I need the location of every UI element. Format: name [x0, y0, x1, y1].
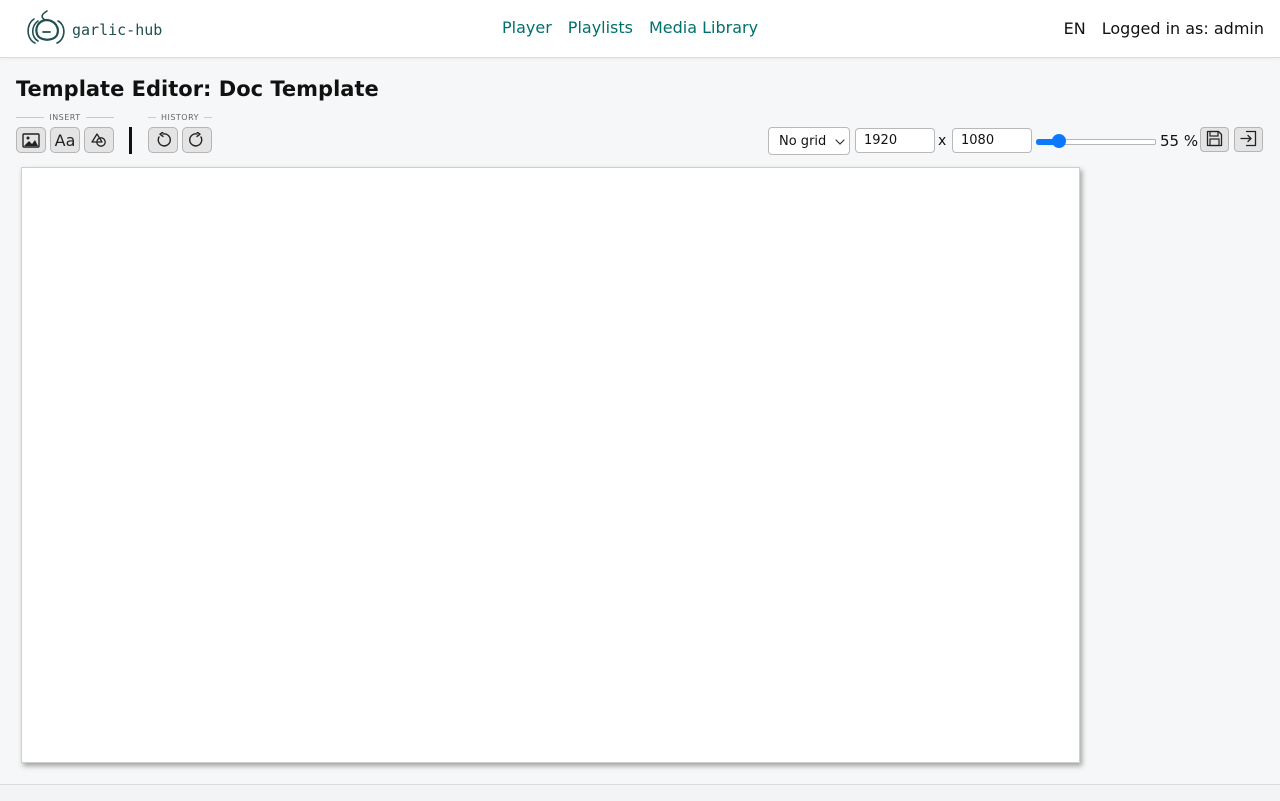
- image-icon: [22, 132, 40, 148]
- save-icon: [1206, 130, 1223, 150]
- brand-logo-link[interactable]: garlic-hub: [22, 8, 162, 50]
- grid-select-value: No grid: [779, 133, 827, 149]
- grid-select[interactable]: No grid: [768, 127, 850, 155]
- dimension-separator: x: [938, 133, 947, 149]
- redo-icon: [189, 132, 205, 148]
- insert-image-button[interactable]: [16, 127, 46, 153]
- nav-link-media-library[interactable]: Media Library: [649, 18, 758, 37]
- page-title: Template Editor: Doc Template: [16, 77, 379, 101]
- history-group-label: HISTORY: [148, 111, 212, 123]
- canvas-width-input[interactable]: [855, 128, 935, 153]
- brand-name: garlic-hub: [72, 21, 163, 39]
- undo-icon: [155, 132, 171, 148]
- undo-button[interactable]: [148, 127, 178, 153]
- insert-group-label: INSERT: [16, 111, 114, 123]
- template-canvas[interactable]: [21, 167, 1080, 763]
- shapes-icon: [90, 132, 108, 148]
- nav-link-playlists[interactable]: Playlists: [568, 18, 633, 37]
- login-status[interactable]: Logged in as: admin: [1102, 19, 1264, 38]
- zoom-slider-thumb[interactable]: [1052, 134, 1067, 148]
- footer-bar: [0, 784, 1280, 801]
- garlic-logo-icon: [22, 8, 70, 50]
- exit-button[interactable]: [1234, 127, 1263, 152]
- canvas-height-input[interactable]: [952, 128, 1032, 153]
- insert-group: INSERT Aa: [16, 111, 114, 153]
- main-nav: Player Playlists Media Library: [502, 18, 774, 37]
- save-button[interactable]: [1200, 127, 1229, 152]
- exit-icon: [1240, 130, 1257, 150]
- toolbar-divider: [129, 127, 132, 154]
- language-switcher[interactable]: EN: [1064, 19, 1086, 38]
- chevron-down-icon: [835, 134, 845, 149]
- nav-link-player[interactable]: Player: [502, 18, 552, 37]
- insert-text-button[interactable]: Aa: [50, 127, 80, 153]
- user-area: EN Logged in as: admin: [1064, 19, 1264, 38]
- text-icon: Aa: [54, 130, 76, 150]
- insert-shape-button[interactable]: [84, 127, 114, 153]
- history-group: HISTORY: [148, 111, 212, 153]
- zoom-value: 55 %: [1160, 132, 1199, 150]
- top-navbar: garlic-hub Player Playlists Media Librar…: [0, 0, 1280, 58]
- redo-button[interactable]: [182, 127, 212, 153]
- zoom-slider[interactable]: [1036, 134, 1156, 148]
